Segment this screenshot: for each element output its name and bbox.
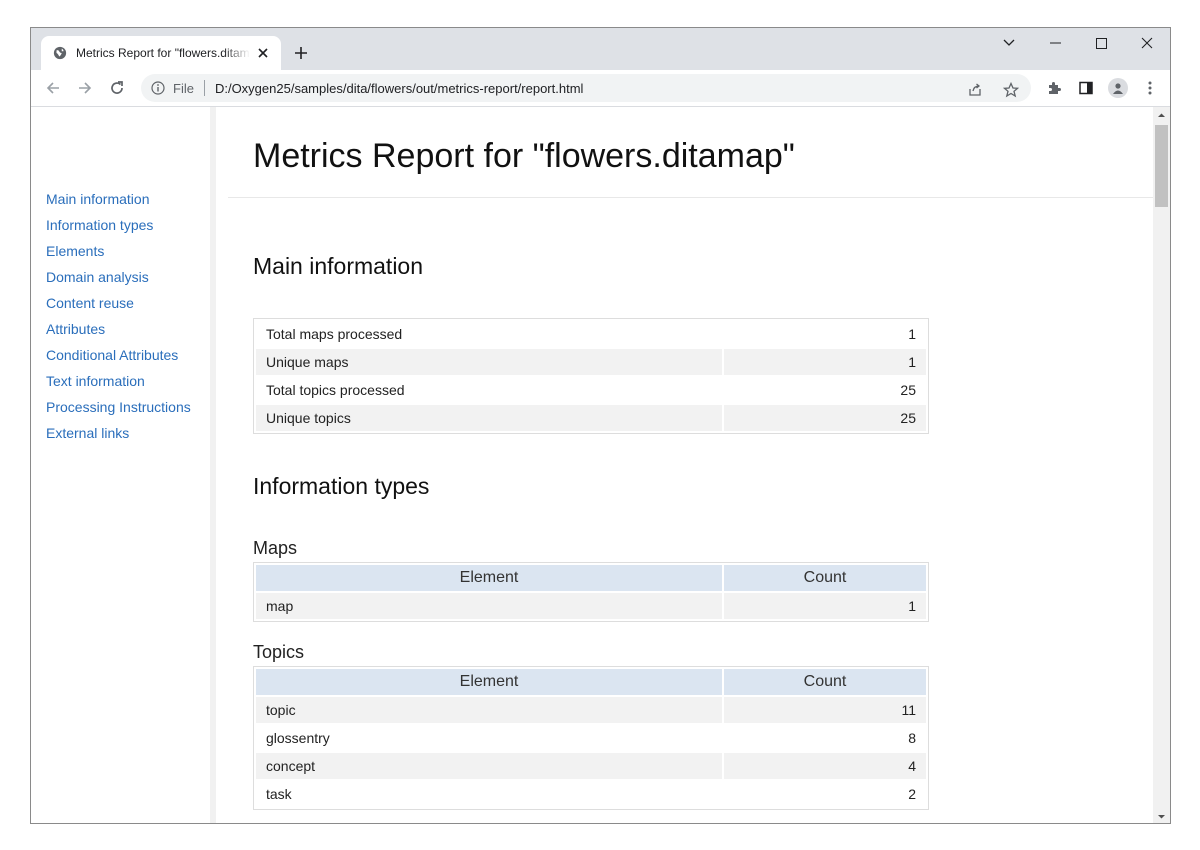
sidebar-item-domain-analysis[interactable]: Domain analysis [46, 268, 191, 294]
scroll-down-arrow-icon[interactable] [1157, 812, 1166, 821]
url-text[interactable]: D:/Oxygen25/samples/dita/flowers/out/met… [215, 81, 583, 96]
report-main: Metrics Report for "flowers.ditamap" Mai… [228, 107, 1155, 823]
forward-icon[interactable] [75, 78, 95, 98]
share-icon[interactable] [965, 80, 985, 100]
extensions-puzzle-icon[interactable] [1044, 78, 1064, 98]
column-header-count: Count [724, 669, 926, 695]
count-cell: 1 [724, 593, 926, 619]
row-value: 25 [724, 405, 926, 431]
browser-toolbar: File D:/Oxygen25/samples/dita/flowers/ou… [31, 70, 1170, 107]
main-information-heading: Main information [253, 253, 424, 279]
count-cell: 8 [908, 730, 916, 746]
table-row: Unique maps 1 [256, 349, 926, 375]
maps-heading: Maps [253, 538, 298, 558]
table-row: Total maps processed 1 [256, 321, 926, 347]
count-cell: 4 [724, 753, 926, 779]
tab-title: Metrics Report for "flowers.ditamap" [76, 46, 250, 60]
sidebar-item-text-information[interactable]: Text information [46, 372, 191, 398]
minimize-icon[interactable] [1032, 28, 1078, 58]
bookmark-star-icon[interactable] [1001, 80, 1021, 100]
kebab-menu-icon[interactable] [1140, 78, 1160, 98]
column-header-element: Element [256, 565, 722, 591]
table-row: Total topics processed 25 [256, 377, 926, 403]
browser-tab[interactable]: Metrics Report for "flowers.ditamap" [41, 36, 281, 70]
count-cell: 2 [908, 786, 916, 802]
row-value: 25 [900, 382, 916, 398]
close-window-icon[interactable] [1124, 28, 1170, 58]
close-tab-icon[interactable] [256, 45, 271, 61]
row-label: Unique topics [256, 405, 722, 431]
title-bar: Metrics Report for "flowers.ditamap" [31, 28, 1170, 70]
window-controls [986, 28, 1170, 58]
column-header-element: Element [256, 669, 722, 695]
sidebar-item-main-information[interactable]: Main information [46, 190, 191, 216]
new-tab-icon[interactable] [290, 42, 312, 64]
page-content: Main information Information types Eleme… [31, 107, 1155, 823]
table-row: Unique topics 25 [256, 405, 926, 431]
sidebar-item-conditional-attributes[interactable]: Conditional Attributes [46, 346, 191, 372]
report-sidebar: Main information Information types Eleme… [31, 107, 216, 823]
browser-window: Metrics Report for "flowers.ditamap" Fil… [30, 27, 1171, 824]
count-cell: 11 [724, 697, 926, 723]
maps-table: Element Count map 1 [253, 562, 929, 622]
back-icon[interactable] [43, 78, 63, 98]
sidebar-item-content-reuse[interactable]: Content reuse [46, 294, 191, 320]
address-bar[interactable]: File D:/Oxygen25/samples/dita/flowers/ou… [141, 74, 1031, 102]
page-title: Metrics Report for "flowers.ditamap" [253, 137, 795, 175]
table-row: map 1 [256, 593, 926, 619]
table-header-row: Element Count [256, 565, 926, 591]
row-value: 1 [724, 349, 926, 375]
table-row: topic 11 [256, 697, 926, 723]
table-row: glossentry 8 [256, 725, 926, 751]
table-row: concept 4 [256, 753, 926, 779]
reload-icon[interactable] [107, 78, 127, 98]
row-value: 1 [908, 326, 916, 342]
topics-heading: Topics [253, 642, 305, 662]
table-header-row: Element Count [256, 669, 926, 695]
maximize-icon[interactable] [1078, 28, 1124, 58]
sidebar-item-processing-instructions[interactable]: Processing Instructions [46, 398, 191, 424]
column-header-count: Count [724, 565, 926, 591]
topics-table: Element Count topic 11 glossentry 8 conc… [253, 666, 929, 810]
sidebar-item-external-links[interactable]: External links [46, 424, 191, 450]
information-types-heading: Information types [253, 473, 430, 499]
row-label: Unique maps [256, 349, 722, 375]
omnibox-divider [203, 80, 205, 96]
element-cell: task [266, 786, 292, 802]
scrollbar-thumb[interactable] [1155, 125, 1168, 207]
element-cell: topic [256, 697, 722, 723]
main-information-table: Total maps processed 1 Unique maps 1 Tot… [253, 318, 929, 434]
info-icon[interactable] [151, 81, 165, 95]
vertical-scrollbar[interactable] [1153, 107, 1170, 823]
sidebar-item-information-types[interactable]: Information types [46, 216, 191, 242]
row-label: Total topics processed [266, 382, 405, 398]
element-cell: concept [256, 753, 722, 779]
tab-search-icon[interactable] [986, 28, 1032, 58]
element-cell: map [256, 593, 722, 619]
title-divider [228, 197, 1155, 198]
side-panel-icon[interactable] [1076, 78, 1096, 98]
element-cell: glossentry [266, 730, 330, 746]
profile-avatar-icon[interactable] [1108, 78, 1128, 98]
sidebar-nav: Main information Information types Eleme… [46, 190, 191, 450]
table-row: task 2 [256, 781, 926, 807]
scroll-up-arrow-icon[interactable] [1157, 111, 1166, 120]
sidebar-item-elements[interactable]: Elements [46, 242, 191, 268]
scheme-label: File [173, 80, 194, 96]
sidebar-item-attributes[interactable]: Attributes [46, 320, 191, 346]
globe-icon [53, 46, 67, 60]
row-label: Total maps processed [266, 326, 403, 342]
